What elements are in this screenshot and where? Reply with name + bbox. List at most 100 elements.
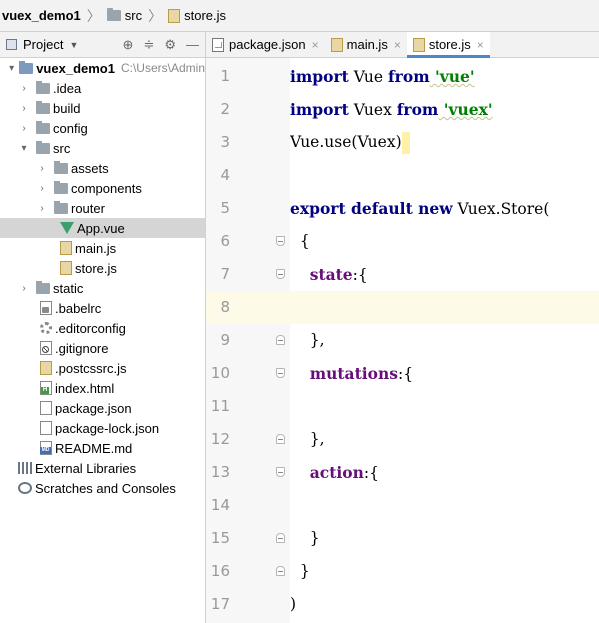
tree-item-root[interactable]: ▾ vuex_demo1 C:\Users\Admin — [0, 58, 205, 78]
tree-item-postcssrc[interactable]: .postcssrc.js — [0, 358, 205, 378]
tree-item-package-lock[interactable]: package-lock.json — [0, 418, 205, 438]
hide-panel-icon[interactable]: — — [186, 37, 199, 52]
code-line[interactable]: action:{ — [290, 456, 599, 489]
chevron-right-icon[interactable]: › — [36, 163, 48, 174]
chevron-right-icon[interactable]: › — [18, 83, 30, 94]
tree-item-router[interactable]: › router — [0, 198, 205, 218]
fold-marker-icon[interactable] — [276, 368, 285, 378]
code-line[interactable] — [290, 159, 599, 192]
code-line[interactable]: import Vue from 'vue' — [290, 60, 599, 93]
project-view-selector[interactable]: Project ▼ — [6, 37, 78, 52]
tree-item-package-json[interactable]: package.json — [0, 398, 205, 418]
chevron-down-icon[interactable]: ▾ — [18, 143, 30, 154]
markdown-file-icon — [40, 441, 52, 455]
ignore-file-icon — [40, 341, 52, 355]
fold-marker-icon[interactable] — [276, 236, 285, 246]
folder-icon — [54, 180, 68, 194]
tree-item-idea[interactable]: › .idea — [0, 78, 205, 98]
line-number: 1 — [220, 67, 230, 85]
close-icon[interactable]: × — [394, 38, 401, 52]
locate-icon[interactable]: ⊕ — [123, 37, 134, 53]
code-line[interactable]: { — [290, 225, 599, 258]
code-line[interactable]: } — [290, 555, 599, 588]
project-view-icon — [6, 39, 17, 50]
code-line[interactable]: import Vuex from 'vuex' — [290, 93, 599, 126]
tree-item-config[interactable]: › config — [0, 118, 205, 138]
tree-item-label: static — [53, 280, 84, 296]
chevron-right-icon[interactable]: › — [18, 123, 30, 134]
code-line[interactable]: }, — [290, 423, 599, 456]
tree-item-index-html[interactable]: index.html — [0, 378, 205, 398]
folder-icon — [36, 140, 50, 154]
tree-item-label: main.js — [75, 240, 117, 256]
close-icon[interactable]: × — [477, 38, 484, 52]
tab-main-js[interactable]: main.js × — [325, 32, 407, 57]
tree-item-scratches[interactable]: Scratches and Consoles — [0, 478, 205, 498]
breadcrumb-folder[interactable]: src — [106, 8, 142, 23]
code-line[interactable] — [290, 489, 599, 522]
code-line[interactable]: export default new Vuex.Store( — [290, 192, 599, 225]
tree-item-babelrc[interactable]: .babelrc — [0, 298, 205, 318]
breadcrumb-project[interactable]: vuex_demo1 — [2, 8, 81, 23]
editor-tabs: package.json × main.js × store.js × — [206, 32, 599, 58]
fold-marker-icon[interactable] — [276, 434, 285, 444]
tree-item-label: index.html — [55, 380, 115, 396]
collapse-all-icon[interactable]: ≑ — [143, 37, 154, 53]
js-file-icon — [330, 37, 343, 52]
tree-item-assets[interactable]: › assets — [0, 158, 205, 178]
code-line[interactable]: }, — [290, 324, 599, 357]
tree-item-static[interactable]: › static — [0, 278, 205, 298]
tree-item-src[interactable]: ▾ src — [0, 138, 205, 158]
js-file-icon — [40, 361, 52, 375]
tree-item-label: assets — [71, 160, 109, 176]
folder-icon — [54, 160, 68, 174]
line-number: 13 — [206, 456, 290, 489]
tree-item-editorconfig[interactable]: .editorconfig — [0, 318, 205, 338]
code-line[interactable] — [290, 390, 599, 423]
tree-item-store-js[interactable]: store.js — [0, 258, 205, 278]
fold-marker-icon[interactable] — [276, 269, 285, 279]
tree-item-label: src — [53, 140, 71, 156]
gear-icon — [40, 322, 52, 334]
project-panel-header: Project ▼ ⊕ ≑ ⚙ — — [0, 32, 206, 58]
chevron-down-icon[interactable]: ▾ — [6, 63, 17, 74]
line-number: 15 — [206, 522, 290, 555]
fold-marker-icon[interactable] — [276, 533, 285, 543]
libraries-icon — [18, 462, 32, 474]
tree-item-gitignore[interactable]: .gitignore — [0, 338, 205, 358]
chevron-right-icon: 〉 — [148, 7, 163, 24]
code-line[interactable]: } — [290, 522, 599, 555]
line-number: 5 — [220, 199, 230, 217]
code-line[interactable]: mutations:{ — [290, 357, 599, 390]
fold-marker-icon[interactable] — [276, 566, 285, 576]
tree-item-label: External Libraries — [35, 460, 137, 476]
close-icon[interactable]: × — [312, 38, 319, 52]
tree-item-components[interactable]: › components — [0, 178, 205, 198]
code-line[interactable]: Vue.use(Vuex) — [290, 126, 599, 159]
fold-marker-icon[interactable] — [276, 335, 285, 345]
code-line[interactable]: state:{ — [290, 258, 599, 291]
code-line-current[interactable] — [290, 291, 599, 324]
tree-item-app-vue[interactable]: App.vue — [0, 218, 205, 238]
tab-store-js[interactable]: store.js × — [406, 32, 490, 58]
chevron-right-icon[interactable]: › — [18, 283, 30, 294]
tree-item-build[interactable]: › build — [0, 98, 205, 118]
chevron-right-icon[interactable]: › — [18, 103, 30, 114]
tree-item-label: App.vue — [77, 220, 125, 236]
code-editor[interactable]: import Vue from 'vue' import Vuex from '… — [290, 58, 599, 623]
line-number: 8 — [206, 291, 290, 324]
tab-package-json[interactable]: package.json × — [206, 32, 325, 57]
code-line[interactable]: ) — [290, 588, 599, 621]
fold-marker-icon[interactable] — [276, 467, 285, 477]
tree-item-main-js[interactable]: main.js — [0, 238, 205, 258]
chevron-right-icon[interactable]: › — [36, 203, 48, 214]
tree-item-external-libraries[interactable]: External Libraries — [0, 458, 205, 478]
folder-icon — [19, 60, 34, 74]
tree-item-readme[interactable]: README.md — [0, 438, 205, 458]
chevron-right-icon[interactable]: › — [36, 183, 48, 194]
tree-item-label: store.js — [75, 260, 117, 276]
tree-item-label: router — [71, 200, 105, 216]
scratches-icon — [18, 482, 32, 494]
gear-icon[interactable]: ⚙ — [164, 37, 176, 53]
breadcrumb-file[interactable]: store.js — [168, 8, 226, 23]
